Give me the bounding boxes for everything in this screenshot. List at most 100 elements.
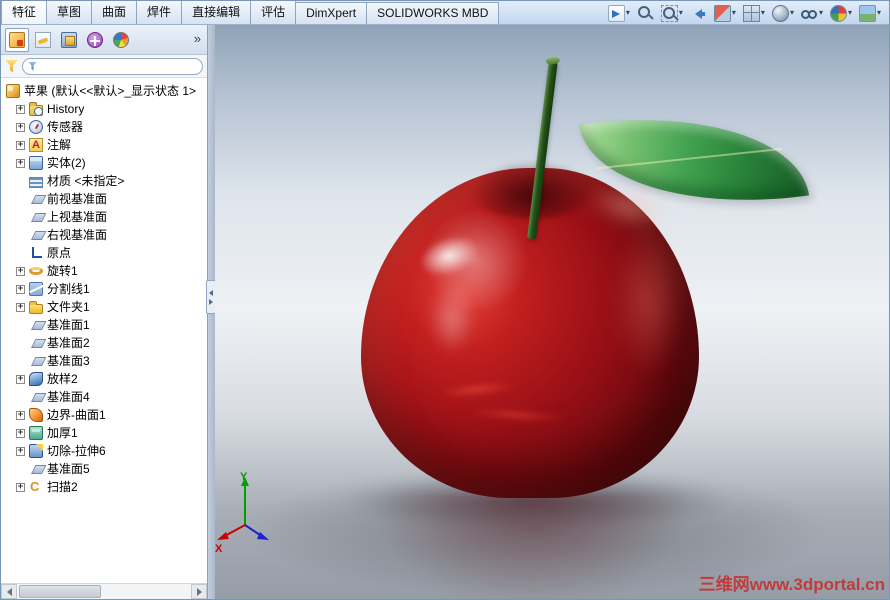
tree-item[interactable]: + 文件夹1 [1, 298, 207, 316]
expand-icon[interactable]: + [16, 158, 25, 168]
tree-item[interactable]: 右视基准面 [1, 226, 207, 244]
tree-item-label: 文件夹1 [47, 300, 90, 314]
ribbon-tab-direct-editing[interactable]: 直接编辑 [181, 1, 252, 24]
zoom-area-button[interactable]: ▾ [660, 4, 683, 22]
ribbon-tab-sketch[interactable]: 草图 [46, 1, 93, 24]
toolbar-overflow-button[interactable]: » [194, 31, 201, 46]
dropdown-arrow-icon[interactable]: ▾ [679, 9, 683, 17]
previous-view-icon [690, 5, 707, 22]
tree-item[interactable]: + 边界-曲面1 [1, 406, 207, 424]
tree-item-label: 前视基准面 [47, 192, 108, 206]
sweep-icon [29, 480, 43, 494]
3d-views-button[interactable]: ▾ [607, 4, 630, 22]
expand-icon[interactable]: + [16, 410, 25, 420]
view-orientation-button[interactable]: ▾ [742, 4, 765, 22]
dropdown-arrow-icon[interactable]: ▾ [848, 9, 852, 17]
featuremanager-tab-button[interactable] [5, 27, 29, 52]
tree-item[interactable]: + 切除-拉伸6 [1, 442, 207, 460]
loft-icon [29, 372, 43, 386]
expand-icon[interactable]: + [16, 284, 25, 294]
dropdown-arrow-icon[interactable]: ▾ [732, 9, 736, 17]
display-style-button[interactable]: ▾ [771, 4, 794, 22]
origin-icon [29, 246, 43, 260]
tree-item-label: 旋转1 [47, 264, 78, 278]
ribbon-tab-weldments[interactable]: 焊件 [136, 1, 183, 24]
dropdown-arrow-icon[interactable]: ▾ [877, 9, 881, 17]
thicken-icon [29, 426, 43, 440]
expand-icon[interactable]: + [16, 266, 25, 276]
tree-item[interactable]: + 实体(2) [1, 154, 207, 172]
previous-view-button[interactable] [690, 5, 707, 22]
annotations-icon [29, 138, 43, 152]
plane-icon [29, 336, 43, 350]
ribbon-tab-evaluate[interactable]: 评估 [250, 1, 297, 24]
scroll-left-button[interactable] [1, 584, 17, 599]
dropdown-arrow-icon[interactable]: ▾ [819, 9, 823, 17]
tree-item[interactable]: 基准面2 [1, 334, 207, 352]
tree-item-label: 注解 [47, 138, 72, 152]
tree-item[interactable]: 基准面1 [1, 316, 207, 334]
scroll-right-button[interactable] [191, 584, 207, 599]
filter-input[interactable] [22, 57, 203, 75]
tree-item-label: 加厚1 [47, 426, 78, 440]
graphics-area[interactable]: Y X 三维网www.3dportal.cn [215, 25, 889, 599]
ribbon-tab-dimxpert[interactable]: DimXpert [295, 2, 368, 24]
tree-item[interactable]: 基准面5 [1, 460, 207, 478]
tree-item[interactable]: + History [1, 100, 207, 118]
propertymanager-tab-button[interactable] [31, 28, 55, 52]
configurationmanager-tab-button[interactable] [57, 28, 81, 52]
tree-horizontal-scrollbar[interactable] [1, 583, 207, 599]
zoom-fit-button[interactable] [637, 5, 654, 22]
tree-item[interactable]: 基准面4 [1, 388, 207, 406]
tree-item[interactable]: + 加厚1 [1, 424, 207, 442]
panel-splitter[interactable] [206, 25, 216, 599]
expand-icon[interactable]: + [16, 302, 25, 312]
apply-scene-button[interactable]: ▾ [858, 4, 881, 22]
hide-show-items-icon [800, 5, 818, 22]
tree-item[interactable]: + 旋转1 [1, 262, 207, 280]
displaymanager-tab-button[interactable] [109, 28, 133, 52]
3d-views-icon [607, 4, 625, 22]
material-icon [29, 176, 43, 188]
view-orientation-icon [742, 4, 760, 22]
filter-icon[interactable] [5, 59, 18, 73]
dropdown-arrow-icon[interactable]: ▾ [761, 9, 765, 17]
edit-appearance-button[interactable]: ▾ [829, 4, 852, 22]
tree-item-label: History [47, 102, 85, 116]
tree-item[interactable]: 上视基准面 [1, 208, 207, 226]
ribbon-tab-solidworks-mbd[interactable]: SOLIDWORKS MBD [366, 2, 500, 24]
dropdown-arrow-icon[interactable]: ▾ [626, 9, 630, 17]
dropdown-arrow-icon[interactable]: ▾ [790, 9, 794, 17]
section-view-button[interactable]: ▾ [713, 4, 736, 22]
expand-icon[interactable]: + [16, 446, 25, 456]
tree-item[interactable]: + 传感器 [1, 118, 207, 136]
tree-item[interactable]: 材质 <未指定> [1, 172, 207, 190]
expand-icon[interactable]: + [16, 428, 25, 438]
tree-item[interactable]: + 扫描2 [1, 478, 207, 496]
scrollbar-track[interactable] [17, 584, 191, 599]
ribbon-tab-surfaces[interactable]: 曲面 [91, 1, 138, 24]
expand-icon[interactable]: + [16, 482, 25, 492]
plane-icon [29, 390, 43, 404]
tree-item[interactable]: + 分割线1 [1, 280, 207, 298]
history-icon [29, 101, 43, 116]
expand-icon[interactable]: + [16, 374, 25, 384]
scrollbar-thumb[interactable] [19, 585, 101, 598]
plane-icon [29, 228, 43, 242]
hide-show-items-button[interactable]: ▾ [800, 5, 823, 22]
dimxpertmanager-tab-button[interactable] [83, 28, 107, 52]
expand-icon[interactable]: + [16, 140, 25, 150]
expand-icon[interactable]: + [16, 104, 25, 114]
ribbon-tab-features[interactable]: 特征 [1, 1, 48, 24]
tree-item[interactable]: 前视基准面 [1, 190, 207, 208]
plane-icon [29, 354, 43, 368]
ribbon-tabs: 特征 草图 曲面 焊件 直接编辑 评估 DimXpert SOLIDWORKS MBD [1, 1, 500, 24]
tree-root[interactable]: 苹果 (默认<<默认>_显示状态 1> [1, 82, 207, 100]
expand-icon[interactable]: + [16, 122, 25, 132]
tree-item-label: 切除-拉伸6 [47, 444, 106, 458]
tree-item[interactable]: 原点 [1, 244, 207, 262]
tree-item[interactable]: + 注解 [1, 136, 207, 154]
tree-item[interactable]: + 放样2 [1, 370, 207, 388]
tree-item-label: 边界-曲面1 [47, 408, 106, 422]
tree-item[interactable]: 基准面3 [1, 352, 207, 370]
